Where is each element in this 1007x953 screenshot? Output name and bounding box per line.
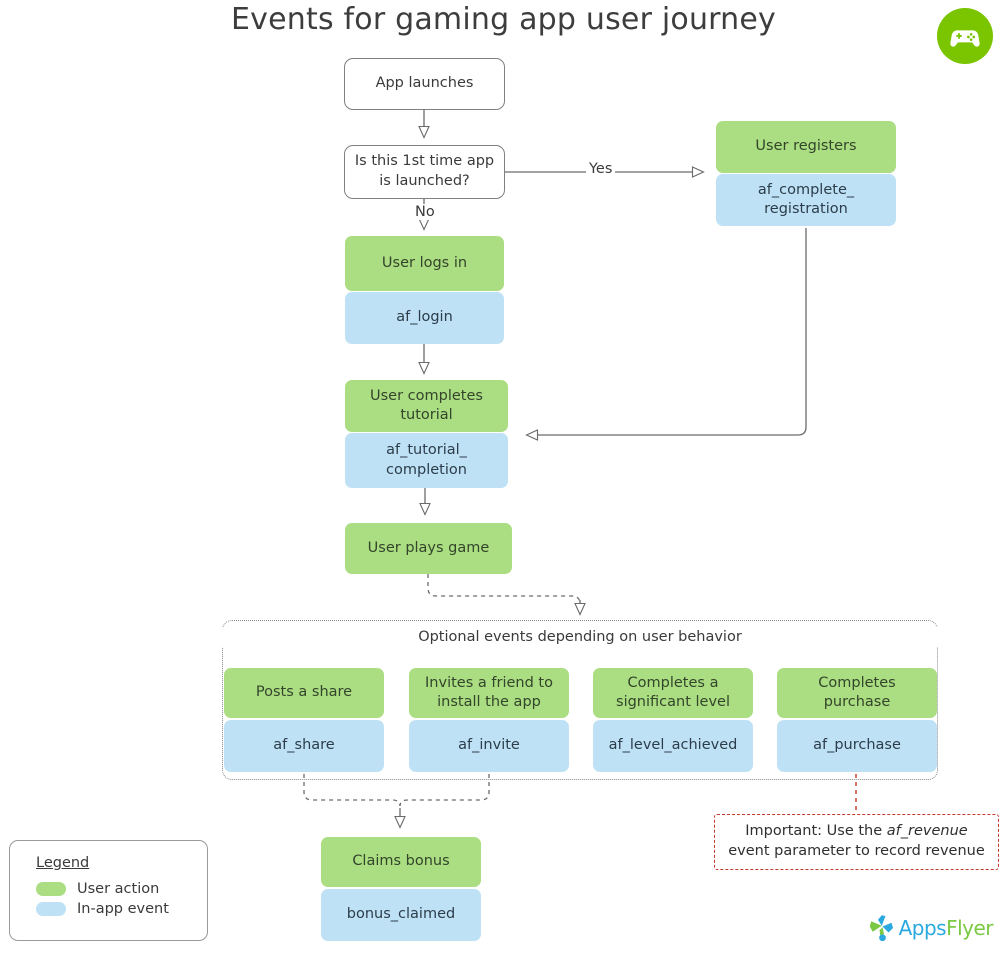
optional-events-title: Optional events depending on user behavi… [222, 627, 938, 647]
node-optional-2-action[interactable]: Completes a significant level [593, 668, 753, 718]
stack-user-completes-tutorial: User completes tutorial af_tutorial_ com… [345, 380, 508, 488]
appsflyer-butterfly-icon [869, 915, 893, 942]
legend-title: Legend [36, 855, 90, 871]
node-claims-bonus-action[interactable]: Claims bonus [321, 837, 481, 887]
stack-completes-level: Completes a significant level af_level_a… [593, 668, 753, 772]
node-user-completes-tutorial-action[interactable]: User completes tutorial [345, 380, 508, 432]
appsflyer-wordmark: AppsFlyer [898, 916, 994, 940]
edge-label-no: No [412, 204, 438, 220]
node-app-launches[interactable]: App launches [344, 58, 505, 110]
legend-panel: Legend User action In-app event [9, 840, 208, 941]
node-user-registers-action[interactable]: User registers [716, 121, 896, 173]
edge-label-yes: Yes [586, 161, 616, 177]
node-optional-1-action[interactable]: Invites a friend to install the app [409, 668, 569, 718]
node-user-plays-game[interactable]: User plays game [345, 523, 512, 574]
gamepad-badge [937, 8, 993, 64]
node-optional-2-event[interactable]: af_level_achieved [593, 720, 753, 772]
node-user-registers-event[interactable]: af_complete_ registration [716, 174, 896, 226]
node-user-completes-tutorial-event[interactable]: af_tutorial_ completion [345, 433, 508, 488]
stack-posts-a-share: Posts a share af_share [224, 668, 384, 772]
stack-invites-a-friend: Invites a friend to install the app af_i… [409, 668, 569, 772]
important-note-prefix: Important: Use the [745, 823, 887, 840]
important-note: Important: Use the af_revenue event para… [714, 814, 999, 870]
node-user-logs-in-action[interactable]: User logs in [345, 236, 504, 291]
node-optional-0-action[interactable]: Posts a share [224, 668, 384, 718]
legend-label-in-app-event: In-app event [77, 901, 169, 917]
legend-swatch-in-app-event [36, 902, 66, 916]
appsflyer-apps-text: Apps [898, 916, 947, 940]
legend-item-user-action: User action [36, 881, 207, 897]
gamepad-icon [950, 30, 980, 47]
node-user-logs-in-event[interactable]: af_login [345, 292, 504, 344]
important-note-suffix: event parameter to record revenue [728, 843, 985, 859]
legend-label-user-action: User action [77, 881, 160, 897]
page-title: Events for gaming app user journey [231, 2, 776, 37]
node-decision-first-launch[interactable]: Is this 1st time app is launched? [344, 145, 505, 199]
node-claims-bonus-event[interactable]: bonus_claimed [321, 889, 481, 941]
appsflyer-logo: AppsFlyer [869, 913, 993, 943]
appsflyer-flyer-text: Flyer [946, 916, 993, 940]
node-optional-3-event[interactable]: af_purchase [777, 720, 937, 772]
legend-swatch-user-action [36, 882, 66, 896]
stack-claims-bonus: Claims bonus bonus_claimed [321, 837, 481, 941]
diagram-canvas: Events for gaming app user journey App l… [0, 0, 1007, 953]
stack-user-registers: User registers af_complete_ registration [716, 121, 896, 226]
node-optional-3-action[interactable]: Completes purchase [777, 668, 937, 718]
stack-user-logs-in: User logs in af_login [345, 236, 504, 344]
node-optional-0-event[interactable]: af_share [224, 720, 384, 772]
node-optional-1-event[interactable]: af_invite [409, 720, 569, 772]
important-note-emphasis: af_revenue [886, 823, 968, 840]
stack-completes-purchase: Completes purchase af_purchase [777, 668, 937, 772]
legend-item-in-app-event: In-app event [36, 901, 207, 917]
